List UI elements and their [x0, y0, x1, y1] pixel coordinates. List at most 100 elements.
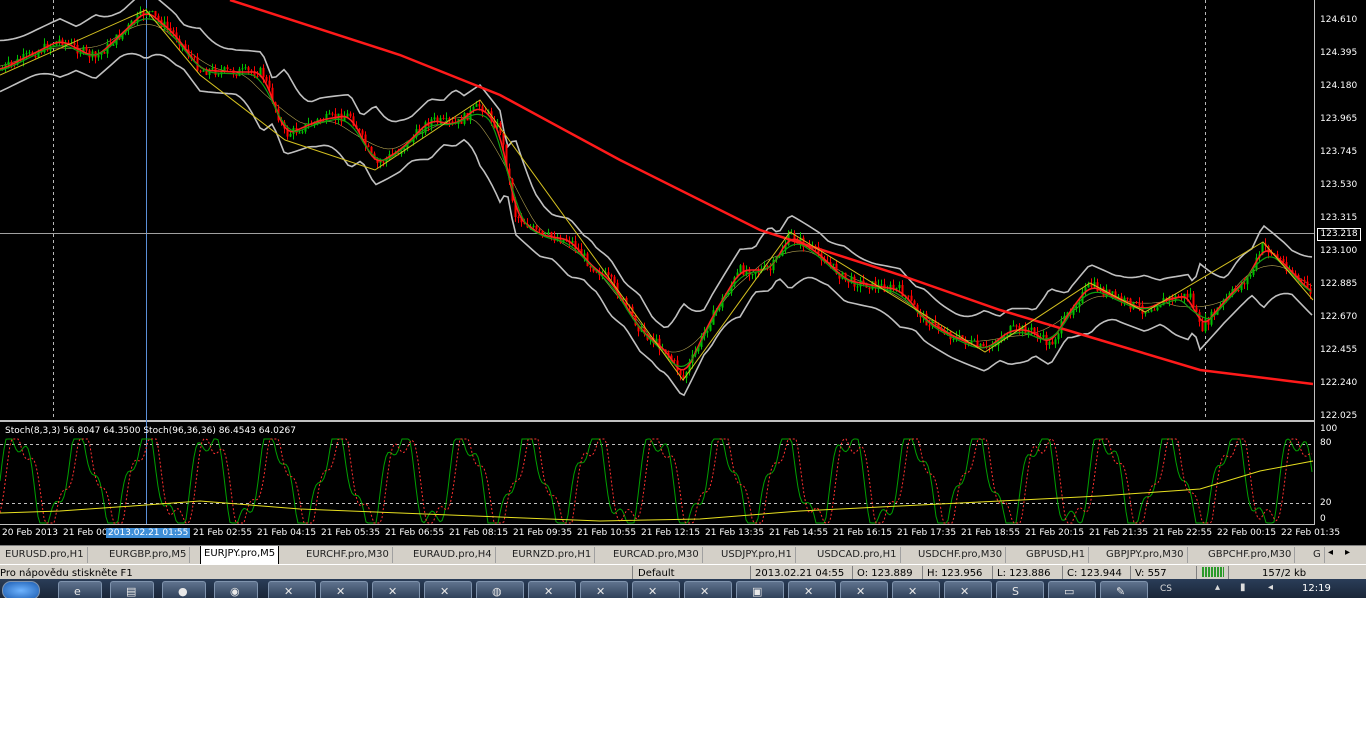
taskbar-folder-icon[interactable]: ▤ [110, 581, 154, 598]
taskbar-terminal-icon[interactable]: ✕ [528, 581, 576, 598]
candle-body [85, 47, 88, 51]
candle-body [928, 325, 931, 327]
chart-tab[interactable]: GBPJPY.pro,M30 [1103, 547, 1188, 563]
candle-body [1012, 325, 1015, 327]
taskbar-skype-icon[interactable]: S [996, 581, 1044, 598]
time-label: 21 Feb 20:15 [1025, 528, 1085, 538]
taskbar-terminal-icon[interactable]: ✕ [788, 581, 836, 598]
taskbar-chrome-icon[interactable]: ◍ [476, 581, 524, 598]
taskbar-app-icon[interactable]: ● [162, 581, 206, 598]
candle-body [28, 52, 31, 54]
taskbar-terminal-icon[interactable]: ✕ [632, 581, 680, 598]
taskbar-ie-icon[interactable]: e [58, 581, 102, 598]
taskbar-terminal-icon[interactable]: ✕ [840, 581, 888, 598]
chart-tab[interactable]: EURNZD.pro,H1 [509, 547, 596, 563]
taskbar-image-icon[interactable]: ▣ [736, 581, 784, 598]
candle-body [229, 69, 232, 71]
candle-body [451, 121, 454, 123]
chart-tab[interactable]: EURAUD.pro,H4 [410, 547, 496, 563]
price-level-label: 124.395 [1320, 48, 1358, 58]
price-level-label: 122.240 [1320, 378, 1358, 388]
candle-body [1057, 333, 1060, 340]
tray-language-icon[interactable]: CS [1160, 584, 1172, 594]
candle-body [265, 76, 268, 81]
taskbar-terminal-icon[interactable]: ✕ [684, 581, 732, 598]
candle-body [979, 343, 982, 347]
chart-tab[interactable]: G [1310, 547, 1325, 563]
candle-body [199, 70, 202, 72]
chart-tab[interactable]: EURGBP.pro,M5 [106, 547, 191, 563]
candle-body [223, 67, 226, 71]
price-level-label: 123.745 [1320, 147, 1358, 157]
taskbar-terminal-icon[interactable]: ✕ [268, 581, 316, 598]
price-level-label: 124.610 [1320, 15, 1358, 25]
chart-tab[interactable]: EURCHF.pro,M30 [303, 547, 393, 563]
candle-body [502, 132, 505, 145]
price-level-label: 122.455 [1320, 345, 1358, 355]
tray-volume-icon[interactable]: ◂ [1268, 582, 1273, 593]
chart-tab[interactable]: USDCHF.pro,M30 [915, 547, 1007, 563]
price-chart[interactable] [0, 0, 1366, 421]
price-level-label: 122.670 [1320, 312, 1358, 322]
candle-body [907, 295, 910, 297]
candle-body [211, 68, 214, 70]
time-label: 21 Feb 06:55 [385, 528, 445, 538]
chart-tab[interactable]: USDJPY.pro,H1 [718, 547, 796, 563]
taskbar-terminal-icon[interactable]: ✕ [424, 581, 472, 598]
time-label: 21 Feb 10:55 [577, 528, 637, 538]
price-level-label: 123.100 [1320, 246, 1358, 256]
stochastic-chart[interactable] [0, 421, 1366, 526]
taskbar-terminal-icon[interactable]: ✕ [944, 581, 992, 598]
candle-body [346, 113, 349, 117]
time-label: 21 Feb 00 [63, 528, 108, 538]
candle-body [739, 265, 742, 273]
price-level-label: 123.965 [1320, 114, 1358, 124]
chart-tab[interactable]: EURCAD.pro,M30 [610, 547, 703, 563]
time-label: 21 Feb 13:35 [705, 528, 765, 538]
chart-tab[interactable]: EURJPY.pro,M5 [200, 546, 280, 565]
time-label: 21 Feb 22:55 [1153, 528, 1213, 538]
taskbar-terminal-icon[interactable]: ✕ [580, 581, 628, 598]
status-help: Pro nápovědu stiskněte F1 [0, 568, 133, 579]
price-level-label: 123.315 [1320, 213, 1358, 223]
candle-body [478, 104, 481, 107]
taskbar-terminal-icon[interactable]: ✕ [372, 581, 420, 598]
candle-body [1201, 321, 1204, 332]
tray-network-icon[interactable]: ▮ [1240, 582, 1246, 593]
start-button[interactable] [2, 581, 40, 598]
taskbar-clock[interactable]: 12:19 [1302, 583, 1331, 594]
tray-arrow-icon[interactable]: ▴ [1215, 582, 1220, 593]
tabs-scroll-left-icon[interactable]: ◂ [1328, 547, 1333, 558]
chart-tab[interactable]: GBPUSD,H1 [1023, 547, 1090, 563]
time-label: 21 Feb 09:35 [513, 528, 573, 538]
tabs-scroll-right-icon[interactable]: ▸ [1345, 547, 1350, 558]
taskbar-terminal-icon[interactable]: ✕ [892, 581, 940, 598]
candle-body [880, 284, 883, 286]
candle-body [910, 295, 913, 301]
candle-body [1300, 279, 1303, 281]
taskbar-paint-icon[interactable]: ✎ [1100, 581, 1148, 598]
taskbar-terminal-icon[interactable]: ✕ [320, 581, 368, 598]
candle-body [532, 225, 535, 227]
stochastic-level-label: 0 [1320, 514, 1326, 524]
taskbar-firefox-icon[interactable]: ◉ [214, 581, 258, 598]
candle-body [148, 11, 151, 13]
candle-body [289, 133, 292, 137]
candle-body [868, 287, 871, 290]
candle-body [268, 80, 271, 88]
chart-tab[interactable]: EURUSD.pro,H1 [2, 547, 88, 563]
candle-body [34, 55, 37, 58]
candle-body [217, 74, 220, 76]
candle-body [445, 118, 448, 120]
time-label: 21 Feb 02:55 [193, 528, 253, 538]
candle-body [379, 161, 382, 163]
long-moving-average [229, 0, 1314, 386]
candle-body [1138, 302, 1141, 306]
taskbar-window-icon[interactable]: ▭ [1048, 581, 1096, 598]
price-level-label: 122.885 [1320, 279, 1358, 289]
chart-tab[interactable]: USDCAD.pro,H1 [814, 547, 901, 563]
candle-body [832, 263, 835, 265]
candle-body [973, 340, 976, 342]
chart-tab[interactable]: GBPCHF.pro,M30 [1205, 547, 1296, 563]
candle-body [235, 74, 238, 77]
